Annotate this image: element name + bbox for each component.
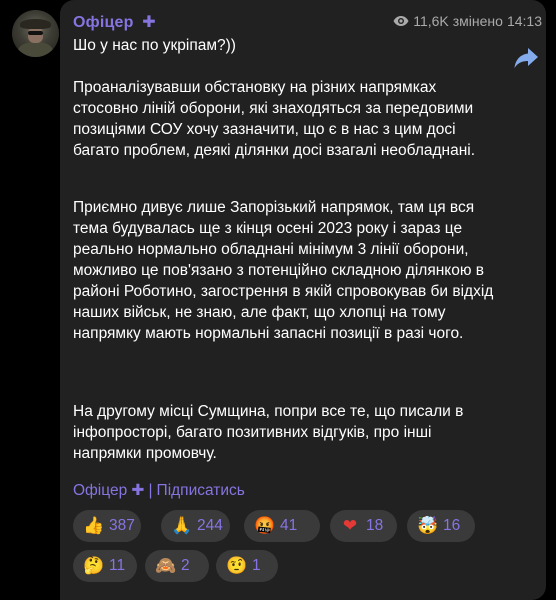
message-paragraph: Проаналізувавши обстановку на різних нап… [73, 79, 476, 159]
share-arrow-icon[interactable] [511, 42, 541, 72]
folded-hands-icon: 🙏 [171, 515, 193, 536]
reaction-count: 11 [109, 557, 126, 574]
telegram-post-view: Офіцер ✚ 11,6K змінено 14:13 Шо у нас по… [0, 0, 556, 600]
reaction-count: 18 [366, 517, 384, 534]
thumbs-up-icon: 👍 [83, 515, 105, 536]
avatar-figure-body [18, 42, 53, 57]
reaction-thumbs-up[interactable]: 👍 387 [73, 510, 141, 542]
signature-line: Офіцер ✚ | Підписатись [73, 481, 245, 500]
reaction-raised-eyebrow-face[interactable]: 🤨 1 [216, 550, 278, 582]
message-paragraph: Шо у нас по укріпам?)) [73, 37, 236, 54]
message-paragraph: На другому місці Сумщина, попри все те, … [73, 403, 464, 462]
eye-icon [393, 16, 409, 26]
views-count: 11,6K [413, 13, 449, 29]
subscribe-link[interactable]: Підписатись [157, 482, 245, 500]
reaction-count: 244 [197, 517, 223, 534]
reaction-count: 1 [252, 557, 261, 574]
reaction-folded-hands[interactable]: 🙏 244 [161, 510, 230, 542]
reaction-cursing-face[interactable]: 🤬 41 [244, 510, 320, 542]
avatar-sunglasses [28, 31, 43, 35]
see-no-evil-monkey-icon: 🙈 [155, 555, 177, 576]
cursing-face-icon: 🤬 [254, 515, 276, 536]
reaction-count: 41 [280, 517, 298, 534]
reaction-exploding-head[interactable]: 🤯 16 [407, 510, 475, 542]
signature-badge-icon: ✚ [131, 482, 145, 499]
message-meta: 11,6K змінено 14:13 [393, 13, 542, 29]
channel-badge-icon: ✚ [142, 14, 156, 31]
message-paragraph: Приємно дивує лише Запорізький напрямок,… [73, 199, 494, 342]
red-heart-icon: ❤ [342, 515, 358, 536]
thinking-face-icon: 🤔 [83, 555, 105, 576]
edited-label: змінено [452, 13, 503, 29]
reaction-see-no-evil-monkey[interactable]: 🙈 2 [145, 550, 209, 582]
signature-channel-link[interactable]: Офіцер ✚ [73, 481, 145, 500]
signature-separator: | [148, 481, 153, 499]
channel-name[interactable]: Офіцер ✚ [73, 12, 156, 32]
reaction-count: 2 [181, 557, 190, 574]
channel-avatar[interactable] [12, 10, 59, 57]
avatar-figure-face [28, 27, 43, 43]
reaction-red-heart[interactable]: ❤ 18 [330, 510, 397, 542]
exploding-head-icon: 🤯 [417, 515, 439, 536]
reaction-count: 387 [109, 517, 135, 534]
signature-channel-name: Офіцер [73, 482, 128, 499]
reaction-thinking-face[interactable]: 🤔 11 [73, 550, 137, 582]
message-time: 14:13 [506, 13, 542, 29]
channel-name-label: Офіцер [73, 14, 134, 31]
raised-eyebrow-face-icon: 🤨 [226, 555, 248, 576]
avatar-hat [20, 19, 51, 29]
reaction-count: 16 [443, 517, 461, 534]
